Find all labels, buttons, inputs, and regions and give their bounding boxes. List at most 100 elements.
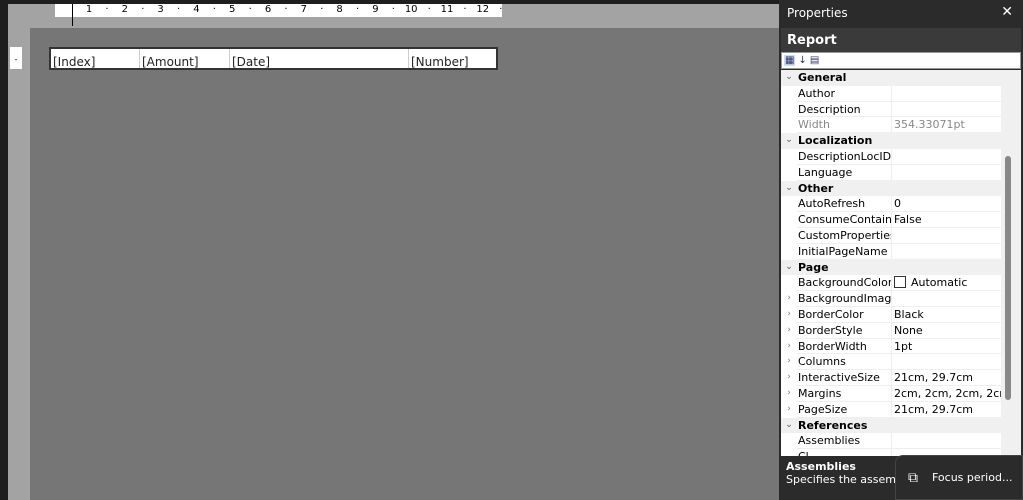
property-value-text: False bbox=[894, 213, 922, 227]
property-row[interactable]: Description bbox=[781, 101, 1001, 118]
property-row[interactable]: › BackgroundImage bbox=[781, 291, 1001, 307]
categorized-icon[interactable]: ▦ bbox=[784, 55, 796, 66]
property-value-text: 2cm, 2cm, 2cm, 2cm bbox=[894, 386, 1001, 400]
expand-icon[interactable]: › bbox=[781, 291, 797, 307]
property-value[interactable]: 354.33071pt bbox=[892, 117, 1001, 134]
close-icon[interactable]: ✕ bbox=[1001, 4, 1013, 20]
report-table[interactable]: [Index] [Amount] [Date] [Number] bbox=[49, 47, 498, 70]
property-category[interactable]: ⌄ General bbox=[781, 70, 1001, 86]
expand-icon[interactable]: › bbox=[781, 370, 797, 386]
property-grid[interactable]: ⌄ General Author Description Width 354.33071p… bbox=[781, 70, 1001, 456]
expand-icon[interactable]: › bbox=[781, 386, 797, 402]
property-value[interactable] bbox=[892, 86, 1001, 102]
property-value[interactable]: 21cm, 29.7cm bbox=[892, 370, 1001, 386]
property-name: BorderColor bbox=[797, 306, 892, 323]
collapse-icon[interactable]: ⌄ bbox=[781, 133, 797, 149]
property-row[interactable]: Language bbox=[781, 164, 1001, 181]
property-row[interactable]: AutoRefresh 0 bbox=[781, 196, 1001, 213]
expand-icon[interactable]: › bbox=[781, 307, 797, 323]
property-value[interactable] bbox=[892, 102, 1001, 118]
collapse-icon[interactable]: ⌄ bbox=[781, 70, 797, 86]
row-handle[interactable]: - bbox=[10, 47, 22, 69]
property-row[interactable]: › Margins 2cm, 2cm, 2cm, 2cm bbox=[781, 385, 1001, 402]
expand-icon bbox=[781, 86, 797, 102]
property-name: PageSize bbox=[797, 401, 892, 418]
color-swatch[interactable] bbox=[894, 276, 906, 289]
property-value[interactable] bbox=[892, 433, 1001, 450]
property-value[interactable]: None bbox=[892, 323, 1001, 339]
scrollbar-thumb[interactable] bbox=[1005, 156, 1011, 400]
property-value[interactable]: Black bbox=[892, 307, 1001, 323]
expand-icon bbox=[781, 449, 797, 456]
sort-alpha-icon[interactable]: ↓ bbox=[798, 55, 806, 66]
focus-toast[interactable]: ⧉ Focus period... bbox=[895, 455, 1023, 500]
property-value[interactable] bbox=[892, 291, 1001, 307]
property-row[interactable]: › PageSize 21cm, 29.7cm bbox=[781, 401, 1001, 418]
collapse-icon[interactable]: ⌄ bbox=[781, 260, 797, 276]
collapse-icon[interactable]: ⌄ bbox=[781, 181, 797, 197]
ruler-minor-tick: · bbox=[391, 4, 395, 15]
property-value-text: 21cm, 29.7cm bbox=[894, 402, 974, 416]
property-row[interactable]: › InteractiveSize 21cm, 29.7cm bbox=[781, 370, 1001, 386]
property-value[interactable]: Automatic bbox=[892, 275, 1001, 292]
property-row[interactable]: InitialPageName bbox=[781, 243, 1001, 260]
property-row[interactable]: › Columns bbox=[781, 354, 1001, 371]
expand-icon[interactable]: › bbox=[781, 402, 797, 418]
property-value[interactable] bbox=[892, 149, 1001, 165]
property-row[interactable]: Assemblies bbox=[781, 433, 1001, 450]
scrollbar[interactable] bbox=[1001, 70, 1021, 456]
property-value[interactable]: 0 bbox=[892, 196, 1001, 213]
property-name: BorderWidth bbox=[797, 338, 892, 355]
property-value[interactable]: False bbox=[892, 212, 1001, 228]
expand-icon[interactable]: › bbox=[781, 339, 797, 355]
table-cell-amount[interactable]: [Amount] bbox=[140, 49, 230, 69]
property-value[interactable]: 2cm, 2cm, 2cm, 2cm bbox=[892, 386, 1001, 402]
ruler-minor-tick: · bbox=[356, 4, 360, 15]
property-name: CustomProperties bbox=[797, 227, 892, 244]
property-value[interactable] bbox=[892, 165, 1001, 181]
property-value[interactable] bbox=[892, 244, 1001, 260]
property-row[interactable]: ConsumeContainerWhitespaceFalse bbox=[781, 212, 1001, 228]
collapse-icon[interactable]: ⌄ bbox=[781, 418, 797, 434]
property-name: Language bbox=[797, 164, 892, 181]
property-row[interactable]: BackgroundColor Automatic bbox=[781, 275, 1001, 292]
property-category[interactable]: ⌄ References bbox=[781, 417, 1001, 434]
property-name: Description bbox=[797, 101, 892, 118]
property-row[interactable]: › BorderColor Black bbox=[781, 306, 1001, 323]
ruler-minor-tick: · bbox=[105, 4, 109, 15]
property-name: Width bbox=[797, 117, 892, 134]
property-name: Author bbox=[797, 85, 892, 102]
property-row[interactable]: DescriptionLocID bbox=[781, 148, 1001, 165]
property-row[interactable]: Author bbox=[781, 85, 1001, 102]
ruler-tick: 11 bbox=[440, 4, 454, 15]
property-row[interactable]: › BorderWidth 1pt bbox=[781, 338, 1001, 355]
expand-icon bbox=[781, 149, 797, 165]
expand-icon bbox=[781, 228, 797, 244]
property-value[interactable] bbox=[892, 228, 1001, 244]
ruler-cursor bbox=[72, 4, 73, 26]
property-category[interactable]: ⌄ Page bbox=[781, 259, 1001, 276]
expand-icon bbox=[781, 102, 797, 118]
property-name: Cl bbox=[797, 449, 892, 456]
ruler-tick: 10 bbox=[404, 4, 418, 15]
property-value[interactable]: 1pt bbox=[892, 339, 1001, 355]
property-category[interactable]: ⌄ Localization bbox=[781, 133, 1001, 149]
property-pages-icon[interactable]: ▤ bbox=[810, 55, 819, 66]
property-value[interactable] bbox=[892, 354, 1001, 371]
expand-icon bbox=[781, 433, 797, 449]
property-row[interactable]: Width 354.33071pt bbox=[781, 117, 1001, 134]
property-name: References bbox=[798, 418, 868, 432]
expand-icon[interactable]: › bbox=[781, 323, 797, 339]
table-cell-number[interactable]: [Number] bbox=[409, 49, 496, 69]
property-category[interactable]: ⌄ Other bbox=[781, 180, 1001, 197]
expand-icon bbox=[781, 244, 797, 260]
expand-icon bbox=[781, 212, 797, 228]
property-value-text: Black bbox=[894, 307, 924, 321]
property-row[interactable]: › BorderStyle None bbox=[781, 322, 1001, 339]
property-row[interactable]: CustomProperties bbox=[781, 227, 1001, 244]
table-cell-index[interactable]: [Index] bbox=[51, 49, 140, 69]
ruler-minor-tick: · bbox=[141, 4, 145, 15]
property-value[interactable]: 21cm, 29.7cm bbox=[892, 402, 1001, 418]
expand-icon[interactable]: › bbox=[781, 354, 797, 370]
table-cell-date[interactable]: [Date] bbox=[230, 49, 409, 69]
